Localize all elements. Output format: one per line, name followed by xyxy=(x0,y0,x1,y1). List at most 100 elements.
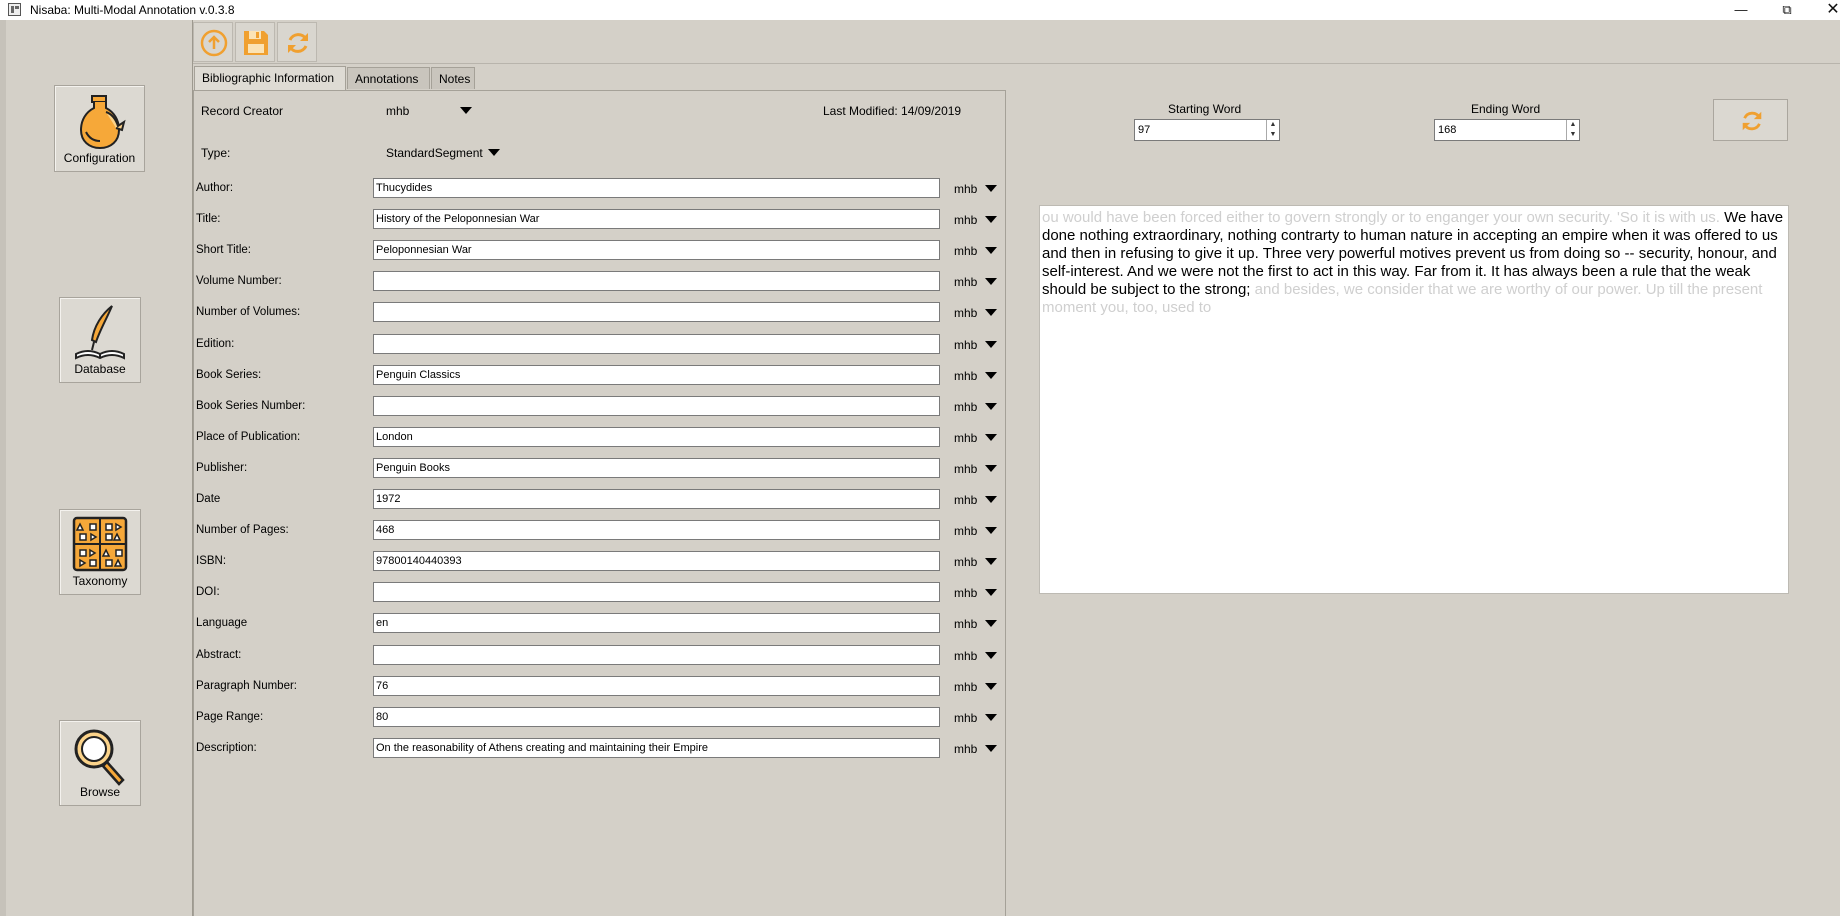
book-series-number-input[interactable] xyxy=(373,395,940,416)
number-of-pages-input[interactable] xyxy=(373,520,940,541)
author-label: Author: xyxy=(196,182,234,194)
taxonomy-grid-icon xyxy=(72,516,128,572)
place-of-publication-user[interactable]: mhb xyxy=(954,431,977,445)
page-range-input[interactable] xyxy=(373,706,940,727)
sidebar-item-database[interactable]: Database xyxy=(59,297,141,383)
field-row-number-of-pages: Number of Pages: mhb xyxy=(196,520,1006,542)
chevron-down-icon[interactable] xyxy=(985,464,997,472)
chevron-down-icon[interactable] xyxy=(985,216,997,224)
chevron-down-icon[interactable] xyxy=(985,589,997,597)
author-input[interactable] xyxy=(373,178,940,198)
maximize-button[interactable]: ⧉ xyxy=(1764,0,1810,20)
description-input[interactable] xyxy=(373,737,940,758)
chevron-down-icon[interactable] xyxy=(985,402,997,410)
tab-bibliographic-information[interactable]: Bibliographic Information xyxy=(194,66,346,90)
sidebar-item-configuration[interactable]: Configuration xyxy=(54,85,145,172)
number-of-volumes-input[interactable] xyxy=(373,302,940,323)
tab-notes[interactable]: Notes xyxy=(431,67,475,89)
starting-word-input[interactable] xyxy=(1135,120,1263,140)
author-user[interactable]: mhb xyxy=(954,182,977,196)
chevron-down-icon[interactable] xyxy=(985,340,997,348)
book-series-label: Book Series: xyxy=(196,368,262,381)
chevron-down-icon[interactable] xyxy=(488,149,500,156)
title-input[interactable] xyxy=(373,209,940,230)
place-of-publication-label: Place of Publication: xyxy=(196,430,301,443)
publisher-input[interactable] xyxy=(373,457,940,478)
language-user[interactable]: mhb xyxy=(954,617,977,631)
date-user[interactable]: mhb xyxy=(954,493,977,507)
sidebar-item-label: Configuration xyxy=(63,151,136,165)
chevron-down-icon[interactable] xyxy=(985,682,997,690)
save-icon xyxy=(244,31,268,55)
short-title-user[interactable]: mhb xyxy=(954,244,977,258)
field-row-language: Language mhb xyxy=(196,613,1006,635)
sidebar-item-taxonomy[interactable]: Taxonomy xyxy=(59,509,141,595)
ending-word-spinner[interactable]: ▲▼ xyxy=(1434,119,1580,141)
type-value[interactable]: StandardSegment xyxy=(386,146,483,160)
language-input[interactable] xyxy=(373,613,940,634)
doi-input[interactable] xyxy=(373,582,940,603)
page-range-user[interactable]: mhb xyxy=(954,711,977,725)
publisher-user[interactable]: mhb xyxy=(954,462,977,476)
volume-number-user[interactable]: mhb xyxy=(954,275,977,289)
record-creator-value[interactable]: mhb xyxy=(386,104,409,118)
minimize-button[interactable]: — xyxy=(1718,0,1764,20)
refresh-icon xyxy=(1742,111,1762,131)
book-series-input[interactable] xyxy=(373,364,940,385)
chevron-down-icon[interactable] xyxy=(460,107,472,114)
save-button[interactable] xyxy=(235,22,275,62)
passage-text-view[interactable]: ou would have been forced either to gove… xyxy=(1039,205,1789,594)
chevron-down-icon[interactable] xyxy=(985,620,997,628)
spinner-arrows[interactable]: ▲ ▼ xyxy=(1266,120,1279,140)
edition-user[interactable]: mhb xyxy=(954,338,977,352)
refresh-selection-button[interactable] xyxy=(1713,99,1788,141)
ending-word-input[interactable] xyxy=(1435,120,1563,140)
chevron-down-icon[interactable] xyxy=(985,278,997,286)
abstract-input[interactable] xyxy=(373,644,940,665)
edition-input[interactable] xyxy=(373,333,940,354)
starting-word-spinner[interactable]: ▲▼ xyxy=(1134,119,1280,141)
chevron-down-icon[interactable] xyxy=(985,185,997,192)
doi-user[interactable]: mhb xyxy=(954,586,977,600)
sidebar-item-browse[interactable]: Browse xyxy=(59,720,141,806)
doi-label: DOI: xyxy=(196,586,220,599)
chevron-down-icon[interactable] xyxy=(985,527,997,535)
tab-annotations[interactable]: Annotations xyxy=(347,67,430,89)
number-of-pages-label: Number of Pages: xyxy=(196,524,289,537)
description-user[interactable]: mhb xyxy=(954,742,977,756)
date-input[interactable] xyxy=(373,489,940,509)
book-series-number-user[interactable]: mhb xyxy=(954,400,977,414)
title-user[interactable]: mhb xyxy=(954,213,977,227)
edition-label: Edition: xyxy=(196,337,235,350)
spinner-arrows[interactable]: ▲ ▼ xyxy=(1566,120,1579,140)
close-button[interactable]: ✕ xyxy=(1810,0,1840,20)
chevron-down-icon[interactable] xyxy=(985,558,997,566)
upload-button[interactable] xyxy=(193,22,233,62)
chevron-down-icon[interactable] xyxy=(985,433,997,441)
chevron-down-icon[interactable] xyxy=(985,651,997,659)
chevron-down-icon[interactable] xyxy=(985,744,997,752)
title-bar: Nisaba: Multi-Modal Annotation v.0.3.8 —… xyxy=(0,0,1840,20)
sidebar-item-label: Browse xyxy=(79,785,120,799)
abstract-user[interactable]: mhb xyxy=(954,649,977,663)
paragraph-number-input[interactable] xyxy=(373,675,940,696)
chevron-down-icon[interactable] xyxy=(985,247,997,255)
description-label: Description: xyxy=(196,741,257,754)
field-row-number-of-volumes: Number of Volumes: mhb xyxy=(196,302,1006,324)
chevron-down-icon[interactable] xyxy=(985,371,997,379)
chevron-down-icon[interactable] xyxy=(985,309,997,317)
title-label: Title: xyxy=(196,213,221,226)
volume-number-input[interactable] xyxy=(373,271,940,292)
refresh-button[interactable] xyxy=(277,22,317,62)
refresh-icon xyxy=(288,33,308,53)
place-of-publication-input[interactable] xyxy=(373,426,940,447)
number-of-volumes-user[interactable]: mhb xyxy=(954,306,977,320)
chevron-down-icon[interactable] xyxy=(985,713,997,721)
chevron-down-icon[interactable] xyxy=(985,496,997,503)
isbn-user[interactable]: mhb xyxy=(954,555,977,569)
isbn-input[interactable] xyxy=(373,551,940,572)
book-series-user[interactable]: mhb xyxy=(954,369,977,383)
number-of-pages-user[interactable]: mhb xyxy=(954,524,977,538)
paragraph-number-user[interactable]: mhb xyxy=(954,680,977,694)
short-title-input[interactable] xyxy=(373,240,940,261)
